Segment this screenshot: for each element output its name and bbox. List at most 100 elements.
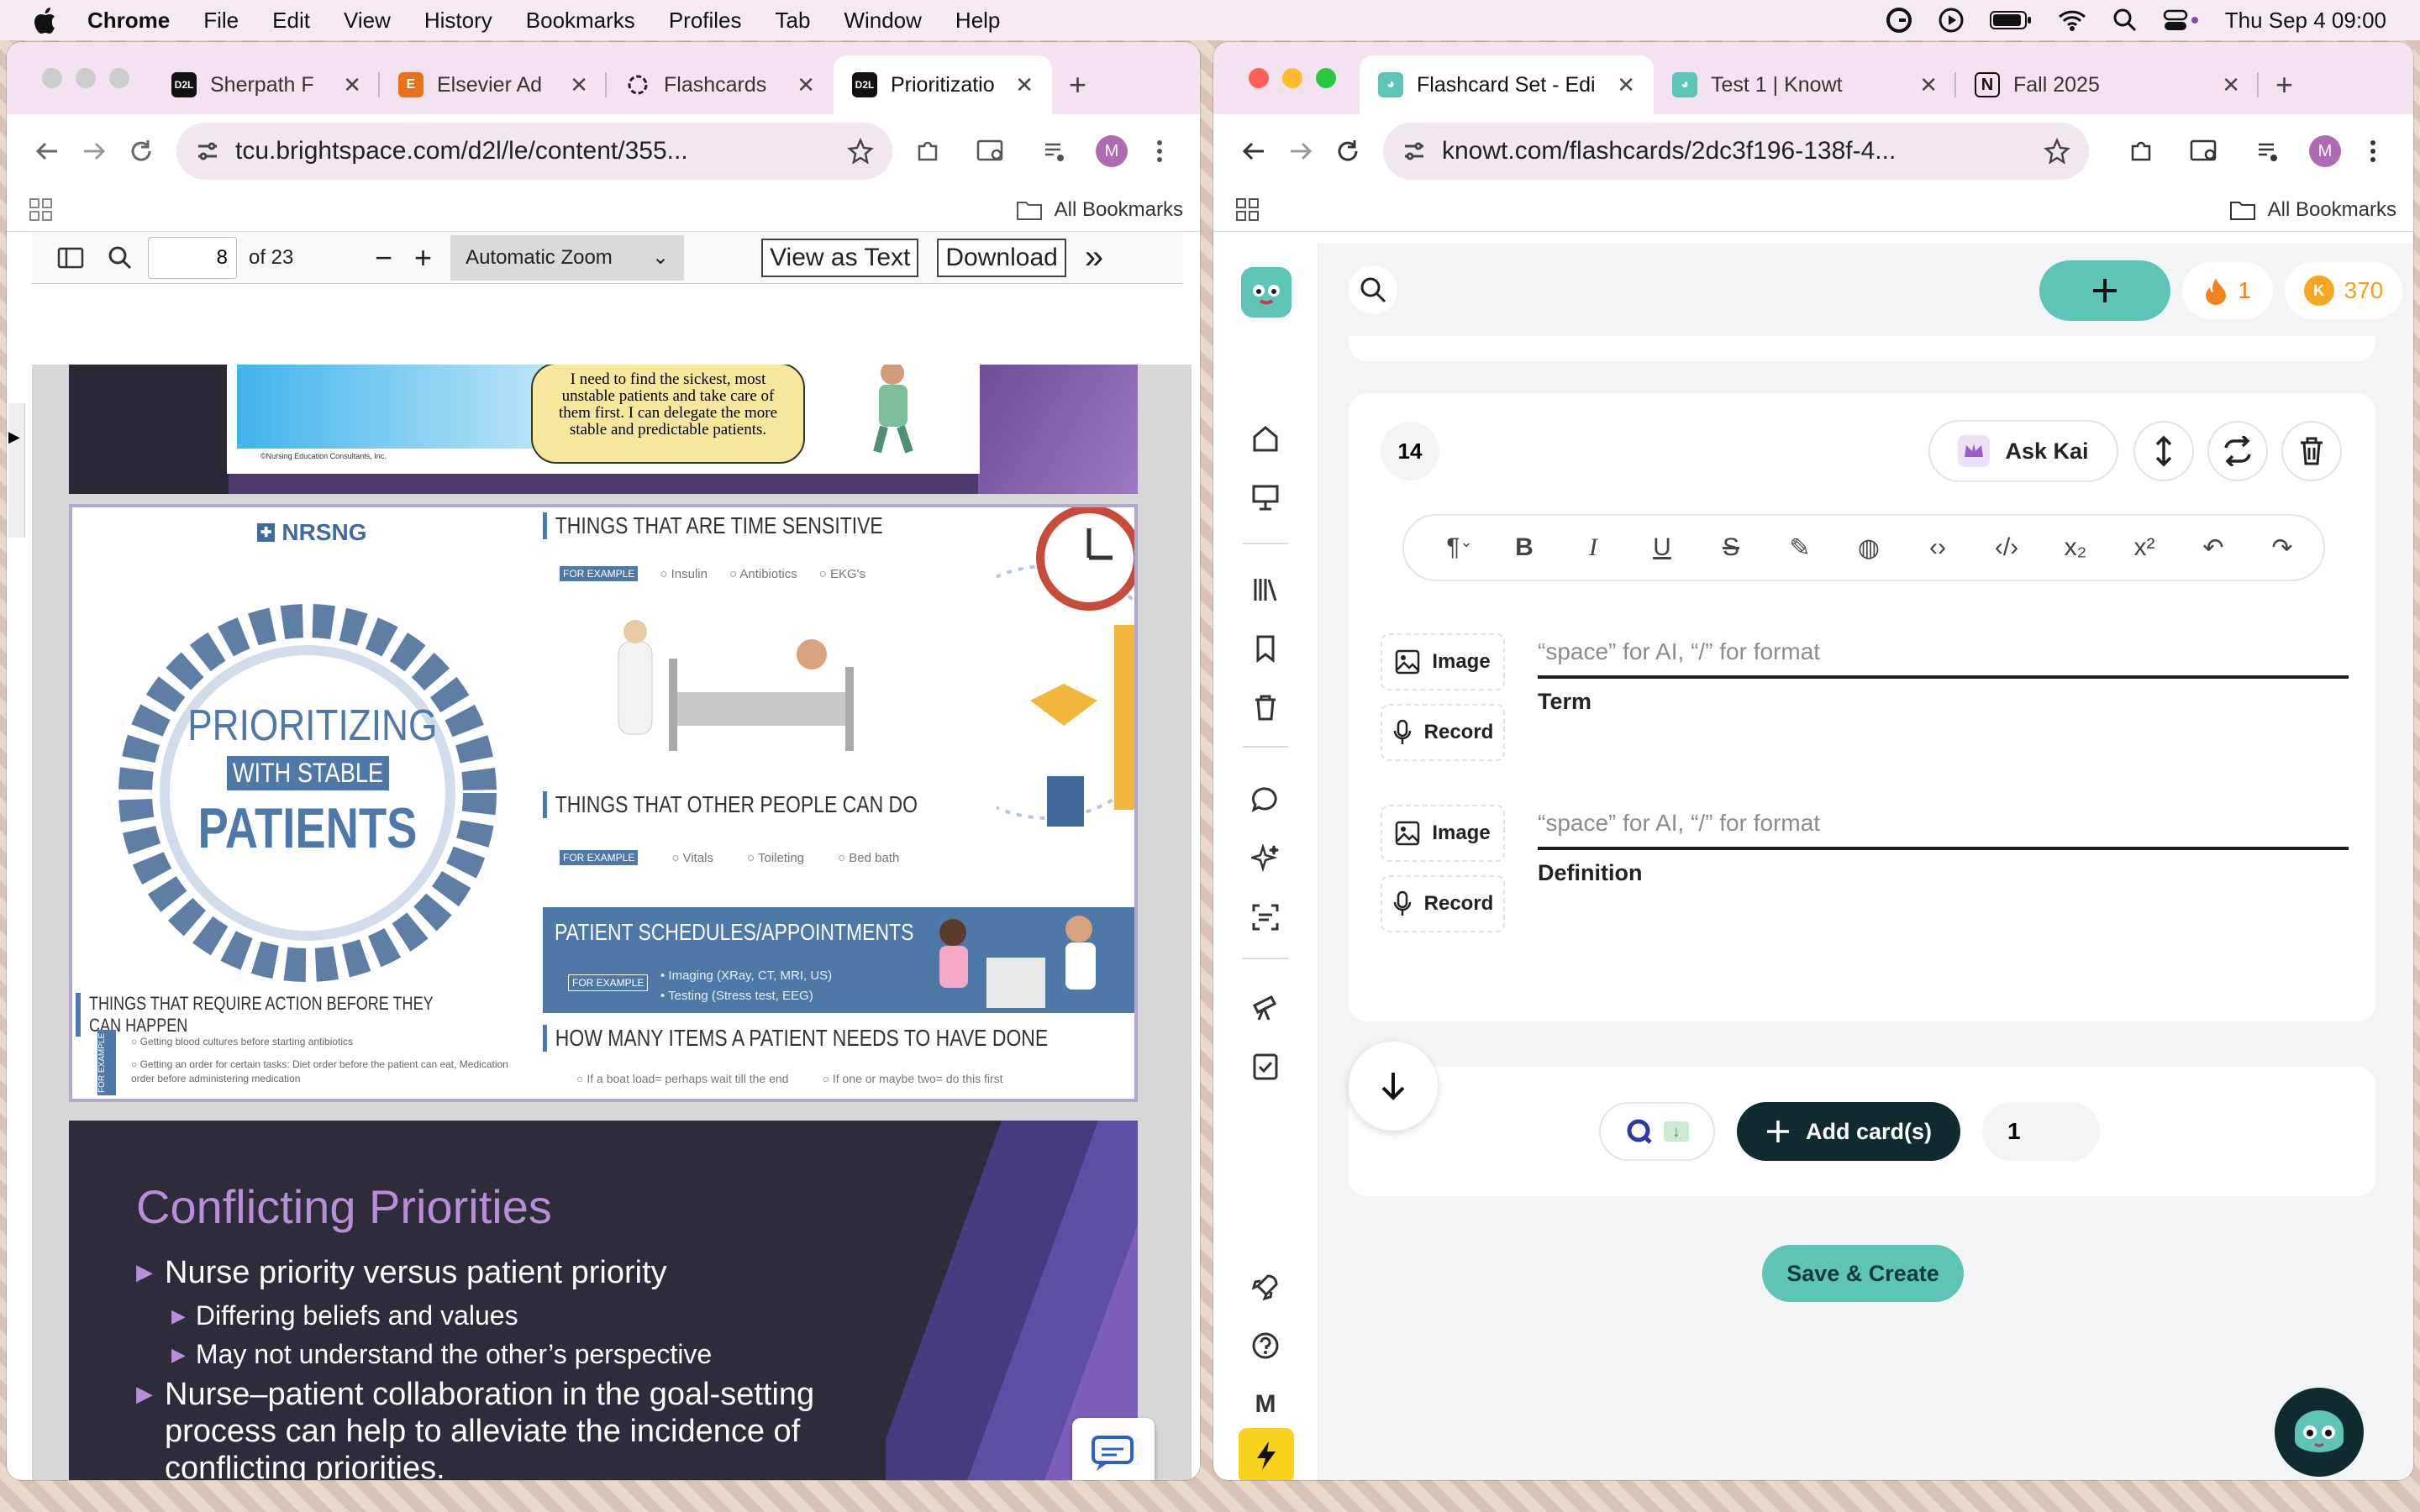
italic-icon[interactable]: I	[1559, 533, 1628, 562]
menu-bookmarks[interactable]: Bookmarks	[526, 8, 635, 34]
play-icon[interactable]	[1938, 7, 1965, 34]
underline-icon[interactable]: U	[1628, 533, 1697, 562]
page-number-input[interactable]	[148, 236, 237, 279]
grammarly-icon[interactable]	[1886, 7, 1912, 34]
close-icon[interactable]: ✕	[343, 72, 361, 98]
trash-icon[interactable]	[1247, 689, 1284, 726]
bookmark-icon[interactable]	[1247, 630, 1284, 667]
apple-icon[interactable]	[32, 6, 66, 34]
menu-help[interactable]: Help	[955, 8, 1000, 34]
tab-prioritization[interactable]: D2L Prioritizatio ✕	[834, 55, 1052, 114]
more-menu-icon[interactable]	[2349, 128, 2396, 175]
paragraph-style-icon[interactable]: ¶ ⌄	[1429, 533, 1490, 562]
spotlight-search-icon[interactable]	[2112, 8, 2138, 33]
tab-sherpath[interactable]: D2L Sherpath F ✕	[153, 55, 380, 114]
bookmark-star-icon[interactable]	[847, 138, 874, 165]
ask-kai-button[interactable]: Ask Kai	[1928, 420, 2118, 482]
rocket-icon[interactable]	[1247, 1268, 1284, 1305]
undo-icon[interactable]: ↶	[2179, 533, 2248, 563]
more-tools-icon[interactable]: »	[1085, 239, 1103, 276]
tab-flashcard-set[interactable]: ◕ Flashcard Set - Edi ✕	[1360, 55, 1654, 114]
home-icon[interactable]	[1247, 420, 1284, 457]
card-count-input[interactable]	[1982, 1102, 2100, 1161]
save-create-button[interactable]: Save & Create	[1762, 1245, 1964, 1302]
wifi-icon[interactable]	[2057, 8, 2087, 32]
knowt-search-button[interactable]	[1349, 265, 1397, 314]
redo-icon[interactable]: ↷	[2248, 533, 2317, 563]
add-cards-button[interactable]: Add card(s)	[1737, 1102, 1960, 1161]
quizlet-import-button[interactable]: ↓	[1599, 1102, 1715, 1161]
inline-code-icon[interactable]: ‹›	[1903, 533, 1972, 562]
upgrade-lightning-button[interactable]	[1239, 1428, 1294, 1480]
zoom-in-button[interactable]: +	[414, 240, 432, 276]
menu-window[interactable]: Window	[844, 8, 921, 34]
scan-icon[interactable]	[1247, 899, 1284, 936]
create-button[interactable]	[2039, 260, 2170, 321]
pdf-search-icon[interactable]	[108, 245, 133, 270]
forward-icon[interactable]	[1277, 128, 1324, 175]
strikethrough-icon[interactable]: S	[1697, 533, 1765, 562]
extensions-icon[interactable]	[2118, 128, 2165, 175]
knowt-logo[interactable]	[1241, 267, 1292, 318]
address-bar[interactable]: knowt.com/flashcards/2dc3f196-138f-4...	[1383, 123, 2089, 180]
menu-profiles[interactable]: Profiles	[669, 8, 742, 34]
zoom-window-button[interactable]	[109, 68, 129, 88]
term-input[interactable]: “space” for AI, “/” for format	[1538, 638, 2349, 679]
swap-card-button[interactable]	[2207, 421, 2268, 481]
media-control-icon[interactable]	[1032, 128, 1079, 175]
profile-avatar[interactable]: M	[2309, 135, 2341, 167]
close-icon[interactable]: ✕	[797, 72, 815, 98]
checklist-icon[interactable]	[1247, 1048, 1284, 1085]
definition-record-button[interactable]: Record	[1381, 875, 1505, 932]
chat-icon[interactable]	[1247, 781, 1284, 818]
more-menu-icon[interactable]	[1136, 128, 1183, 175]
menu-tab[interactable]: Tab	[776, 8, 811, 34]
site-settings-icon[interactable]	[195, 139, 220, 164]
menu-history[interactable]: History	[424, 8, 492, 34]
media-control-icon[interactable]	[2245, 128, 2292, 175]
code-block-icon[interactable]: ‹/›	[1972, 533, 2041, 562]
reload-icon[interactable]	[118, 128, 165, 175]
delete-card-button[interactable]	[2281, 421, 2342, 481]
user-initial[interactable]: M	[1247, 1386, 1284, 1423]
reload-icon[interactable]	[1324, 128, 1371, 175]
superscript-icon[interactable]: x²	[2110, 533, 2179, 562]
profile-avatar[interactable]: M	[1096, 135, 1128, 167]
forward-icon[interactable]	[71, 128, 118, 175]
site-settings-icon[interactable]	[1402, 139, 1427, 164]
close-window-button[interactable]	[1249, 68, 1269, 88]
kai-assistant-button[interactable]	[2275, 1388, 2364, 1477]
library-icon[interactable]	[1247, 571, 1284, 608]
sidebar-expand-handle[interactable]: ▶	[8, 403, 25, 538]
new-tab-button[interactable]: +	[2275, 67, 2293, 102]
resize-card-button[interactable]	[2133, 421, 2194, 481]
scroll-down-button[interactable]	[1349, 1042, 1438, 1131]
all-bookmarks-button[interactable]: All Bookmarks	[2229, 198, 2396, 222]
bold-icon[interactable]: B	[1490, 533, 1559, 562]
sparkle-icon[interactable]	[1247, 840, 1284, 877]
zoom-select[interactable]: Automatic Zoom ⌄	[450, 234, 685, 281]
close-icon[interactable]: ✕	[1015, 72, 1034, 98]
pdf-viewport[interactable]: I need to find the sickest, most unstabl…	[32, 365, 1192, 1480]
term-record-button[interactable]: Record	[1381, 704, 1505, 761]
streak-badge[interactable]: 1	[2182, 262, 2273, 319]
bookmark-star-icon[interactable]	[2044, 138, 2070, 165]
menu-app-name[interactable]: Chrome	[87, 8, 170, 34]
telescope-icon[interactable]	[1247, 990, 1284, 1026]
zoom-out-button[interactable]: −	[375, 240, 392, 276]
close-icon[interactable]: ✕	[2222, 72, 2240, 98]
back-icon[interactable]	[24, 128, 71, 175]
close-icon[interactable]: ✕	[1919, 72, 1938, 98]
coins-badge[interactable]: K 370	[2285, 262, 2402, 319]
subscript-icon[interactable]: x₂	[2041, 533, 2110, 562]
classroom-icon[interactable]	[1247, 479, 1284, 516]
download-button[interactable]: Download	[937, 238, 1066, 277]
palette-icon[interactable]: ◍	[1834, 533, 1903, 563]
minimize-window-button[interactable]	[1282, 68, 1302, 88]
menu-file[interactable]: File	[203, 8, 239, 34]
menu-view[interactable]: View	[344, 8, 391, 34]
address-bar[interactable]: tcu.brightspace.com/d2l/le/content/355..…	[176, 123, 892, 180]
back-icon[interactable]	[1230, 128, 1277, 175]
highlighter-icon[interactable]: ✎	[1765, 533, 1834, 563]
help-icon[interactable]	[1247, 1327, 1284, 1364]
